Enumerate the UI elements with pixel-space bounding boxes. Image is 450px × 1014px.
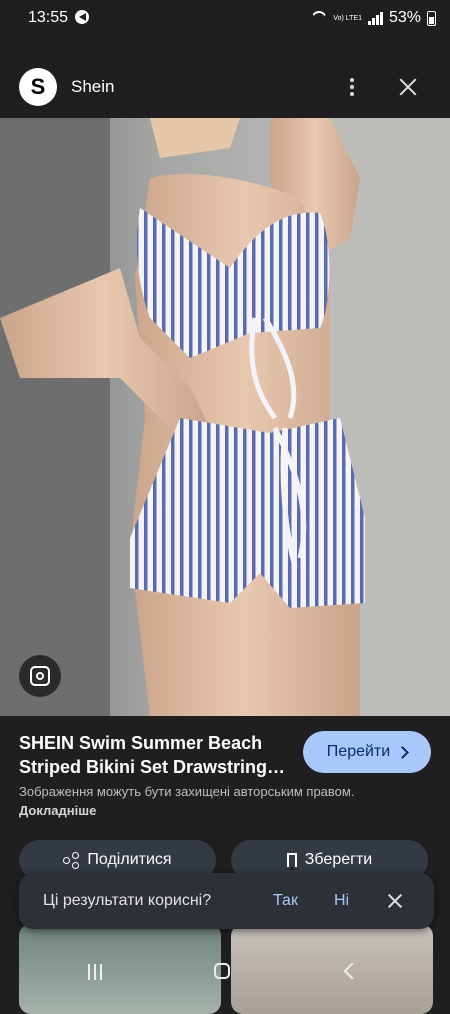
visit-label: Перейти xyxy=(326,743,391,760)
learn-more-link[interactable]: Докладніше xyxy=(19,803,96,818)
bookmark-icon xyxy=(286,853,297,870)
feedback-question: Ці результати корисні? xyxy=(43,892,212,909)
result-title[interactable]: SHEIN Swim Summer Beach Striped Bikini S… xyxy=(19,731,289,779)
status-icons: Vo) LTE1 53% xyxy=(311,9,436,27)
status-bar: 13:55 Vo) LTE1 53% xyxy=(0,0,450,36)
chevron-right-icon xyxy=(396,746,410,759)
feedback-yes-button[interactable]: Так xyxy=(273,892,298,910)
close-icon[interactable] xyxy=(395,74,421,100)
source-header: S Shein xyxy=(0,56,450,118)
more-vert-icon[interactable] xyxy=(340,75,364,99)
share-label: Поділитися xyxy=(87,851,172,868)
feedback-toast: Ці результати корисні? Так Ні xyxy=(19,873,434,929)
share-icon xyxy=(63,852,80,869)
save-label: Зберегти xyxy=(304,851,373,868)
lte-label: Vo) LTE1 xyxy=(333,14,362,22)
visit-button[interactable]: Перейти xyxy=(303,731,431,773)
product-image[interactable] xyxy=(0,118,450,716)
shein-logo[interactable]: S xyxy=(19,68,57,106)
back-icon[interactable] xyxy=(343,962,361,980)
feedback-no-button[interactable]: Ні xyxy=(334,892,349,910)
media-play-icon xyxy=(75,10,89,24)
source-name[interactable]: Shein xyxy=(71,77,114,97)
wifi-icon xyxy=(311,11,327,25)
recents-icon[interactable] xyxy=(88,964,106,980)
signal-icon xyxy=(367,11,383,25)
system-nav-bar xyxy=(0,946,450,1000)
status-time: 13:55 xyxy=(28,9,69,26)
lens-icon[interactable] xyxy=(19,655,61,697)
copyright-text: Зображення можуть бути захищені авторськ… xyxy=(19,784,355,799)
close-icon[interactable] xyxy=(386,892,404,910)
copyright-note: Зображення можуть бути захищені авторськ… xyxy=(19,782,379,820)
home-icon[interactable] xyxy=(214,963,230,979)
product-photo xyxy=(0,118,450,716)
battery-percent: 53% xyxy=(388,9,421,26)
battery-icon xyxy=(427,10,436,26)
